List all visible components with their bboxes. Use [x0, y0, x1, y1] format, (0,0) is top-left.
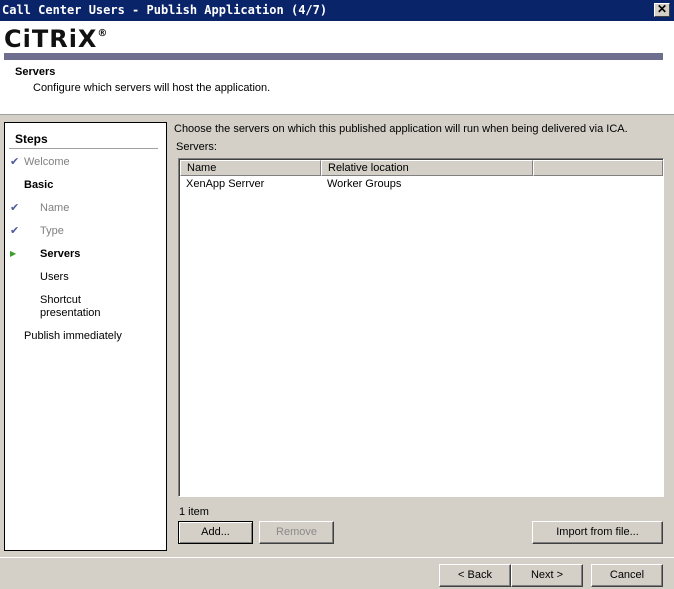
add-button[interactable]: Add...	[178, 521, 253, 544]
steps-heading: Steps	[15, 132, 48, 146]
checkmark-icon: ✔	[10, 156, 20, 168]
table-row[interactable]: XenApp Serrver Worker Groups	[180, 177, 663, 193]
citrix-logo: CiTRiX®	[4, 25, 109, 53]
arrow-right-icon: ▶	[10, 249, 17, 258]
steps-panel: Steps ✔ Welcome Basic ✔ Name ✔ Type ▶ Se…	[4, 122, 167, 551]
brand-bar	[4, 53, 663, 60]
step-group-basic: Basic	[24, 179, 54, 191]
remove-button[interactable]: Remove	[259, 521, 334, 544]
page-description: Configure which servers will host the ap…	[33, 82, 271, 94]
server-location-cell: Worker Groups	[327, 178, 402, 190]
servers-list[interactable]: Name Relative location XenApp Serrver Wo…	[178, 158, 664, 497]
window-titlebar: Call Center Users - Publish Application …	[0, 0, 674, 21]
step-shortcut-presentation[interactable]: Shortcut presentation	[40, 294, 101, 319]
step-name[interactable]: Name	[40, 202, 69, 214]
item-count: 1 item	[179, 506, 209, 518]
back-button[interactable]: < Back	[439, 564, 511, 587]
checkmark-icon: ✔	[10, 225, 20, 237]
steps-divider	[9, 148, 158, 149]
step-publish-immediately[interactable]: Publish immediately	[24, 330, 122, 342]
step-servers[interactable]: Servers	[40, 248, 80, 260]
server-name-cell: XenApp Serrver	[186, 178, 265, 190]
footer-divider	[0, 557, 674, 558]
servers-instructions: Choose the servers on which this publish…	[174, 123, 628, 135]
column-header-name[interactable]: Name	[180, 160, 321, 176]
close-window-button[interactable]: ✕	[654, 3, 670, 17]
step-users[interactable]: Users	[40, 271, 69, 283]
servers-list-header: Name Relative location	[180, 160, 663, 176]
step-type[interactable]: Type	[40, 225, 64, 237]
cancel-button[interactable]: Cancel	[591, 564, 663, 587]
next-button[interactable]: Next >	[511, 564, 583, 587]
import-from-file-button[interactable]: Import from file...	[532, 521, 663, 544]
step-welcome[interactable]: Welcome	[24, 156, 70, 168]
wizard-header: CiTRiX® Servers Configure which servers …	[0, 21, 674, 115]
column-header-blank	[533, 160, 663, 176]
checkmark-icon: ✔	[10, 202, 20, 214]
page-title: Servers	[15, 66, 56, 78]
window-title: Call Center Users - Publish Application …	[2, 3, 328, 17]
servers-label: Servers:	[176, 141, 217, 153]
column-header-relative-location[interactable]: Relative location	[321, 160, 533, 176]
